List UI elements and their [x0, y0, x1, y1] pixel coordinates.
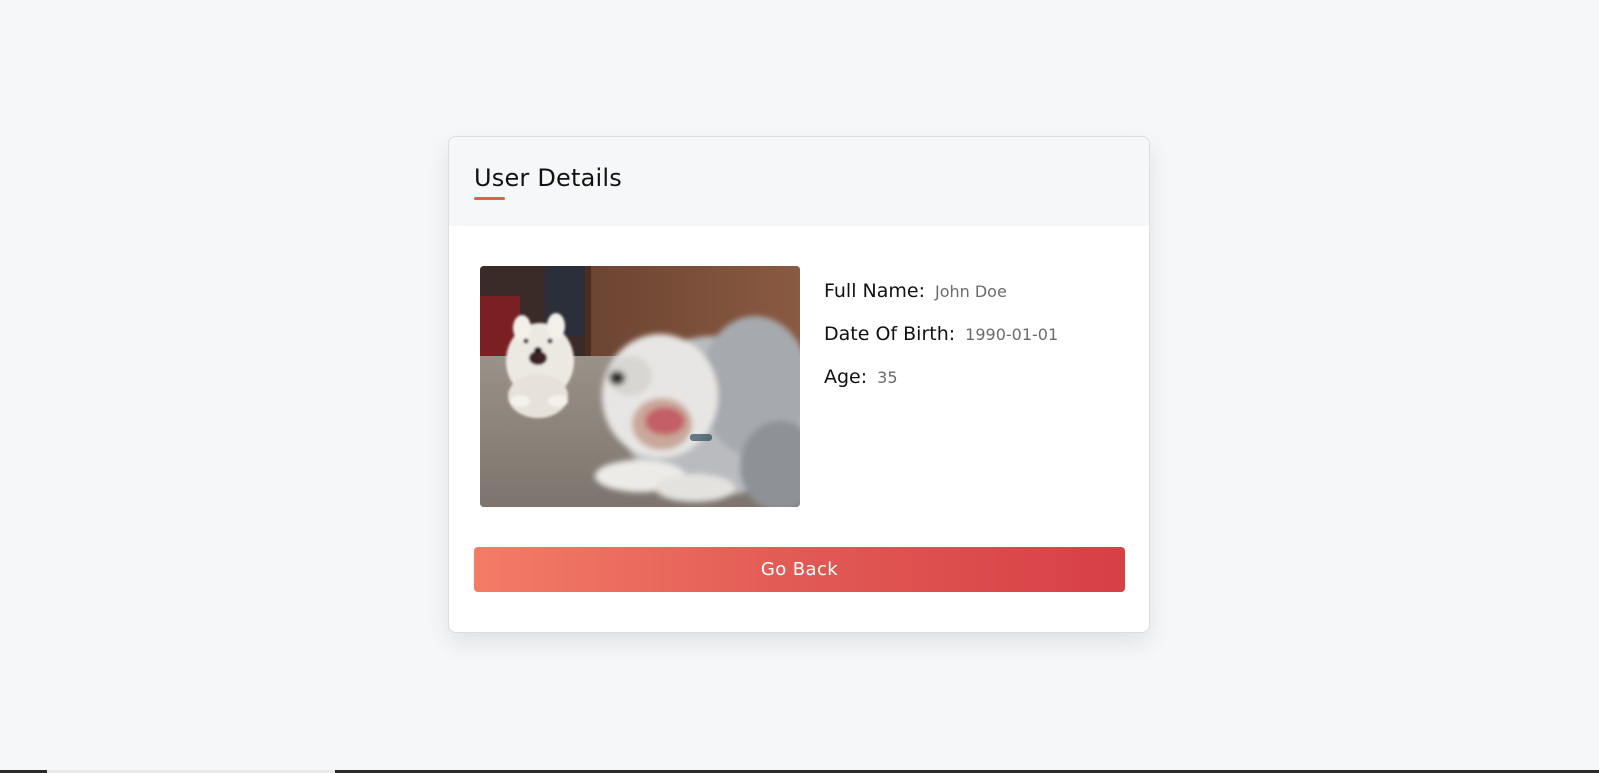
user-photo: [480, 266, 800, 507]
date-of-birth-value: 1990-01-01: [965, 325, 1059, 344]
user-details-card: User Details Full Name: John Doe Date Of…: [448, 136, 1150, 633]
full-name-label: Full Name:: [824, 280, 925, 302]
dog-photo-image: [480, 266, 800, 507]
page-title: User Details: [474, 164, 622, 192]
age-row: Age: 35: [824, 366, 1058, 409]
age-value: 35: [877, 368, 898, 387]
user-info: Full Name: John Doe Date Of Birth: 1990-…: [824, 280, 1058, 409]
full-name-row: Full Name: John Doe: [824, 280, 1058, 323]
go-back-button[interactable]: Go Back: [474, 547, 1125, 592]
title-underline: [474, 197, 505, 200]
full-name-value: John Doe: [934, 282, 1007, 301]
date-of-birth-row: Date Of Birth: 1990-01-01: [824, 323, 1058, 366]
date-of-birth-label: Date Of Birth:: [824, 323, 956, 345]
card-header: User Details: [449, 137, 1149, 226]
age-label: Age:: [824, 366, 868, 388]
